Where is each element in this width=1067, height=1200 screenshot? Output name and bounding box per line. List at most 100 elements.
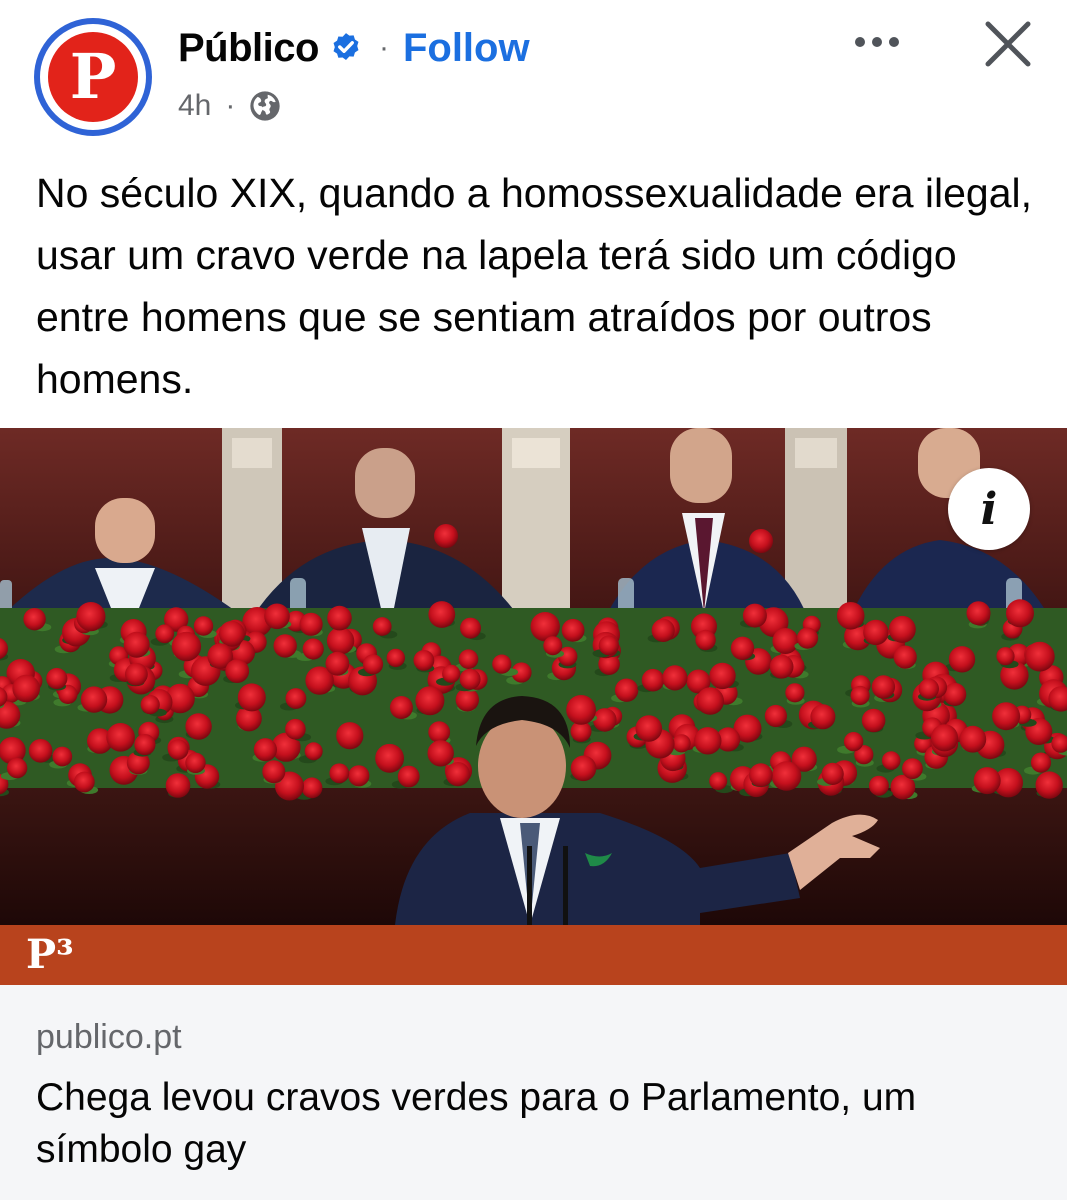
carnation-shape [413, 650, 435, 671]
carnation-shape [1030, 752, 1052, 773]
carnation-shape [836, 602, 865, 630]
post-timestamp[interactable]: 4h [178, 89, 211, 123]
carnation-shape [23, 608, 46, 631]
carnation-shape [301, 777, 323, 799]
carnation-shape [973, 767, 1001, 795]
close-icon[interactable] [978, 14, 1038, 74]
carnation-shape [771, 761, 802, 791]
carnation-shape [327, 605, 352, 631]
carnation-shape [253, 738, 277, 762]
carnation-shape [902, 758, 923, 779]
post-text: No século XIX, quando a homossexualidade… [36, 170, 1033, 402]
carnation-shape [948, 646, 976, 673]
carnation-shape [1035, 771, 1063, 799]
carnation-shape [171, 631, 202, 662]
carnation-shape [46, 667, 68, 690]
page-avatar[interactable]: P [34, 18, 152, 136]
carnation-shape [140, 695, 160, 715]
carnation-shape [696, 687, 724, 715]
carnation-shape [185, 713, 212, 740]
carnation-shape [966, 601, 991, 626]
carnation-shape [662, 665, 688, 691]
brand-bar: P³ [0, 925, 1067, 985]
carnation-shape [262, 760, 286, 784]
carnation-shape [336, 722, 364, 750]
carnation-shape [326, 627, 355, 655]
carnation-shape [959, 725, 987, 753]
carnation-shape [863, 619, 889, 646]
carnation-shape [389, 696, 413, 719]
carnation-shape [492, 654, 512, 674]
carnation-shape [445, 762, 470, 787]
name-row: Público · Follow [178, 22, 530, 74]
carnation-shape [918, 678, 939, 699]
carnation-shape [764, 704, 788, 728]
carnation-shape [386, 648, 405, 668]
post-meta: 4h · [178, 86, 281, 126]
carnation-shape [651, 618, 675, 642]
verified-badge-icon [333, 33, 359, 61]
carnation-shape [124, 662, 148, 686]
carnation-shape [302, 638, 324, 660]
carnation-shape [868, 775, 889, 796]
carnation-shape [52, 746, 73, 767]
carnation-shape [285, 688, 307, 709]
carnation-shape [1006, 599, 1034, 628]
carnation-shape [672, 734, 691, 753]
carnation-shape [123, 631, 150, 658]
avatar-logo: P [48, 32, 138, 122]
carnation-shape [772, 628, 799, 654]
carnation-shape [742, 603, 767, 628]
carnation-shape [460, 617, 481, 639]
carnation-shape [329, 763, 350, 784]
carnation-shape [167, 739, 189, 760]
carnation-shape [362, 654, 384, 675]
carnation-shape [165, 773, 191, 798]
carnation-shape [76, 602, 106, 632]
carnation-shape [375, 743, 404, 773]
carnation-shape [415, 686, 445, 716]
carnation-shape [193, 616, 214, 636]
carnation-shape [561, 618, 585, 642]
meta-separator-dot: · [225, 89, 236, 122]
link-domain: publico.pt [36, 1018, 182, 1056]
carnation-shape [881, 751, 901, 770]
carnation-shape [73, 771, 95, 793]
more-options-icon[interactable] [842, 20, 912, 64]
carnation-shape [427, 740, 454, 767]
carnation-shape [570, 755, 597, 782]
carnation-shape [598, 635, 619, 656]
carnation-shape [843, 732, 864, 752]
carnation-shape [694, 727, 722, 755]
carnation-shape [455, 688, 479, 712]
carnation-shape [1024, 641, 1055, 672]
link-title[interactable]: Chega levou cravos verdes para o Parlame… [36, 1072, 1026, 1176]
carnation-shape [641, 668, 665, 692]
p3-logo: P³ [26, 931, 74, 978]
carnation-shape [769, 654, 794, 679]
carnation-shape [593, 708, 617, 732]
post-photo[interactable]: i [0, 428, 1067, 925]
globe-icon[interactable] [249, 90, 281, 122]
carnation-shape [185, 752, 206, 773]
page-name-link[interactable]: Público [178, 26, 319, 71]
carnation-shape [893, 645, 917, 669]
carnation-shape [614, 678, 639, 702]
carnation-shape [709, 662, 736, 690]
info-icon[interactable]: i [948, 468, 1030, 550]
more-dot [872, 37, 882, 47]
separator-dot: · [378, 31, 389, 64]
carnation-shape [12, 674, 40, 703]
more-dot [889, 37, 899, 47]
carnation-shape [225, 659, 250, 683]
carnation-shape [730, 636, 755, 660]
carnation-shape [992, 702, 1021, 731]
carnation-shape [930, 724, 959, 752]
carnation-shape [397, 765, 420, 788]
carnation-shape [695, 629, 716, 651]
carnation-shape [543, 636, 563, 656]
carnation-shape [273, 634, 297, 658]
follow-button[interactable]: Follow [403, 26, 530, 71]
carnation-shape [237, 683, 266, 712]
carnation-shape [428, 601, 456, 628]
